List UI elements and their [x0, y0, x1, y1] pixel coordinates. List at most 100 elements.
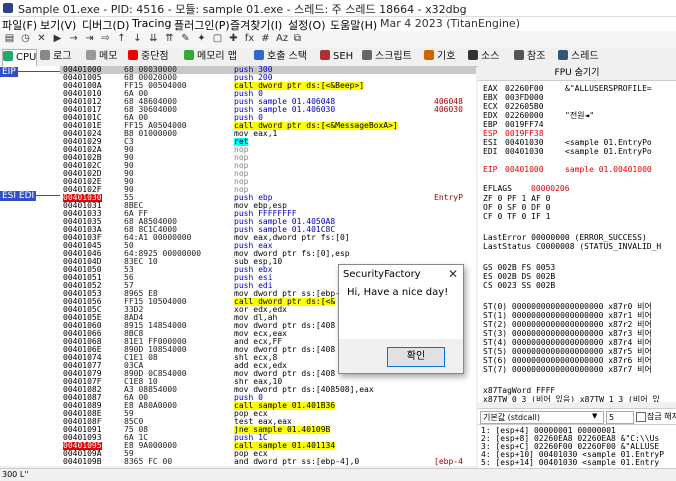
tab-references[interactable]: 참조	[514, 49, 545, 65]
stack-arg-row[interactable]: 5: [esp+14] 00401030 <sample 01.Entry	[481, 459, 659, 467]
tab-memory-map[interactable]: 메모리 맵	[184, 49, 237, 65]
register-row[interactable]: ESP 0019FF38	[483, 129, 565, 138]
fpu-tag-line: x87TW_0 3 (비어 있음) x87TW_1 3 (비어 있	[483, 395, 660, 402]
register-row[interactable]: EDI 00401030 <sample 01.EntryPo	[483, 147, 652, 156]
message-box-dialog: SecurityFactory ✕ Hi, Have a nice day! 확…	[338, 264, 464, 374]
run-icon[interactable]: →	[68, 33, 79, 44]
notes-icon	[86, 50, 96, 60]
tab-call-stack[interactable]: 호출 스택	[254, 49, 307, 65]
trace-into-icon[interactable]: ⇊	[148, 33, 159, 44]
tab-label: 로그	[53, 51, 72, 62]
register-value[interactable]: 0019FF38	[505, 129, 565, 138]
restart-icon[interactable]: ◷	[20, 33, 31, 44]
close-icon[interactable]: ✕	[36, 33, 47, 44]
register-row[interactable]: ESI 00401030 <sample 01.EntryPo	[483, 138, 652, 147]
step-over-icon[interactable]: ⇨	[100, 33, 111, 44]
patch-icon[interactable]: ✦	[196, 33, 207, 44]
register-value[interactable]: 02260F00	[505, 84, 565, 93]
tab-log[interactable]: 로그	[40, 49, 71, 65]
register-name: EDI	[483, 147, 498, 156]
eflags-value[interactable]: 00000206	[531, 184, 570, 193]
edit-icon[interactable]: ✎	[180, 33, 191, 44]
disasm-row[interactable]: 00401017 68 30604000 push sample 01.406030…	[60, 106, 476, 114]
tab-label: 스크립트	[375, 51, 412, 62]
font-icon[interactable]: Az	[276, 33, 288, 44]
fpu-register-line: ST(1) 0000000000000000000 x87r1 비어	[483, 311, 652, 320]
disasm-row[interactable]: 0040100A FF15 00504000 call dword ptr ds:[…	[60, 82, 476, 90]
stack-arguments-view[interactable]: 1: [esp+4] 00000001 00000001 2: [esp+8] 0…	[478, 424, 676, 469]
disasm-row[interactable]: 0040102B 90 nop	[60, 154, 476, 162]
flags-line: ZF 0 PF 1 AF 0	[483, 194, 551, 203]
tab-threads[interactable]: 스레드	[558, 49, 599, 65]
dialog-message: Hi, Have a nice day!	[347, 287, 449, 298]
disasm-row[interactable]: 0040102A 90 nop	[60, 146, 476, 154]
disasm-row[interactable]: 0040102E 90 nop	[60, 178, 476, 186]
script-icon[interactable]: ⧉	[292, 33, 303, 44]
register-value[interactable]: 00401000	[505, 165, 565, 174]
last-error-line: LastStatus C0000008 (STATUS_INVALID_H	[483, 242, 662, 251]
register-row[interactable]: EIP 00401000 sample 01.00401000	[483, 165, 652, 174]
threads-icon	[558, 50, 568, 60]
register-row[interactable]: EAX 02260F00 &"ALLUSERSPROFILE=	[483, 84, 652, 93]
register-row[interactable]: EBP 0019FF74	[483, 120, 565, 129]
register-value[interactable]: 003FD000	[505, 93, 565, 102]
register-value[interactable]: 022605B0	[505, 102, 565, 111]
menu-bar: 파일(F) 보기(V) 디버그(D) Tracing 플러그인(P) 즐겨찾기(I) 설정(…	[0, 17, 676, 32]
disasm-row[interactable]: 00401024 B8 01000000 mov eax,1	[60, 130, 476, 138]
open-icon[interactable]: ▤	[4, 33, 15, 44]
pause-icon[interactable]: ▶	[52, 33, 63, 44]
fpu-toggle-button[interactable]: FPU 숨기기	[478, 66, 676, 81]
tab-seh[interactable]: SEH	[320, 49, 353, 65]
tab-label: 중단점	[141, 51, 169, 62]
tab-breakpoint[interactable]: 중단점	[128, 49, 169, 65]
chevron-down-icon[interactable]: ▼	[592, 412, 597, 420]
instruction: and dword ptr ss:[ebp-4],0	[234, 457, 360, 466]
dialog-title-bar: SecurityFactory ✕	[339, 265, 463, 285]
flags-line: CF 0 TF 0 IF 1	[483, 212, 551, 221]
register-row[interactable]	[483, 156, 565, 165]
tab-cpu[interactable]: CPU	[2, 49, 38, 66]
dialog-title: SecurityFactory	[343, 269, 421, 280]
tab-symbols[interactable]: 기호	[424, 49, 455, 65]
register-value[interactable]: 0019FF74	[505, 120, 565, 129]
menu-item[interactable]: Tracing	[132, 17, 171, 30]
hash-icon[interactable]: #	[260, 33, 271, 44]
title-bar: Sample 01.exe - PID: 4516 - 모듈: sample 0…	[0, 0, 676, 17]
label-icon[interactable]: ✚	[228, 33, 239, 44]
disasm-row[interactable]: 00401089 E8 A80A0000 call sample 01.401B36	[60, 402, 476, 410]
flags-line: OF 0 SF 0 DF 0	[483, 203, 551, 212]
disasm-row[interactable]: 00401029 C3 ret	[60, 138, 476, 146]
run-to-return-icon[interactable]: ↑	[116, 33, 127, 44]
step-into-icon[interactable]: ⇥	[84, 33, 95, 44]
eflags-row[interactable]: EFLAGS 00000206	[483, 184, 570, 193]
disasm-row[interactable]: 00401095 E8 9A000000 call sample 01.401134	[60, 442, 476, 450]
disasm-row[interactable]: 0040102D 90 nop	[60, 170, 476, 178]
unlock-checkbox[interactable]	[636, 412, 646, 422]
animate-icon[interactable]: ↓	[132, 33, 143, 44]
arg-count-select[interactable]: 5	[606, 411, 634, 424]
tab-script[interactable]: 스크립트	[362, 49, 412, 65]
register-row[interactable]: EBX 003FD000	[483, 93, 565, 102]
tab-source[interactable]: 소스	[468, 49, 499, 65]
register-name: EBP	[483, 120, 498, 129]
register-row[interactable]: ECX 022605B0	[483, 102, 565, 111]
ok-button[interactable]: 확인	[387, 347, 445, 367]
call-convention-select[interactable]: 기본값 (stdcall)	[480, 411, 604, 424]
note-icon[interactable]: ▢	[212, 33, 223, 44]
register-row[interactable]: EDX 02260000 "전원◄"	[483, 111, 594, 120]
fpu-register-line: ST(2) 0000000000000000000 x87r2 비어	[483, 320, 652, 329]
tab-notes[interactable]: 메모	[86, 49, 117, 65]
disasm-row[interactable]: 0040109B 8365 FC 00 and dword ptr ss:[ebp-…	[60, 458, 476, 466]
register-value[interactable]: 00401030	[505, 147, 565, 156]
register-value[interactable]: 00401030	[505, 138, 565, 147]
address: 0040109B	[63, 457, 102, 466]
eip-label: EIP	[0, 67, 18, 77]
function-icon[interactable]: fx	[244, 33, 255, 44]
trace-over-icon[interactable]: ⇈	[164, 33, 175, 44]
disasm-row[interactable]: 00401082 A3 08854000 mov dword ptr ds:[408…	[60, 386, 476, 394]
close-icon[interactable]: ✕	[448, 267, 458, 281]
disasm-row[interactable]: 0040102C 90 nop	[60, 162, 476, 170]
register-value[interactable]: 02260000	[505, 111, 565, 120]
disasm-row[interactable]: 00401091 75 08 jne sample 01.40109B	[60, 426, 476, 434]
register-panel[interactable]: FPU 숨기기 EAX 02260F00 &"ALLUSERSPROFILE= EBX…	[478, 66, 676, 402]
